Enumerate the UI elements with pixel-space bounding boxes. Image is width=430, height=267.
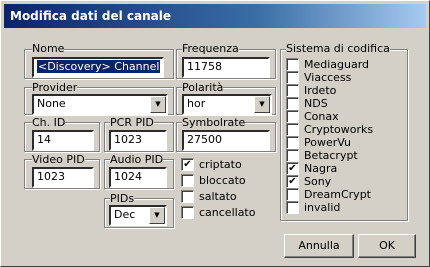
encoding-label: PowerVu — [304, 136, 352, 149]
flag-label: criptato — [199, 158, 242, 171]
dialog-title: Modifica dati del canale — [4, 4, 426, 28]
checkbox-box[interactable] — [286, 188, 299, 201]
checkbox-box[interactable] — [286, 110, 299, 123]
encoding-label: Betacrypt — [304, 149, 358, 162]
chevron-down-icon[interactable]: ▼ — [149, 207, 165, 224]
pcr-pid-field[interactable]: 1023 — [109, 130, 167, 151]
encoding-label: NDS — [304, 97, 328, 110]
checkbox-box[interactable] — [286, 71, 299, 84]
checkbox-box[interactable] — [181, 206, 194, 219]
nome-field[interactable]: <Discovery> Channel — [32, 57, 164, 78]
flag-checkbox-2[interactable]: saltato — [181, 190, 237, 204]
nome-value: <Discovery> Channel — [35, 59, 162, 74]
encoding-label: Conax — [304, 110, 339, 123]
encoding-label: DreamCrypt — [304, 188, 371, 201]
checkbox-box[interactable] — [286, 58, 299, 71]
audio-pid-label: Audio PID — [110, 153, 164, 166]
encoding-title: Sistema di codifica — [286, 42, 390, 55]
polarita-label: Polarità — [182, 81, 224, 94]
video-pid-label: Video PID — [32, 153, 85, 166]
nome-label: Nome — [32, 42, 65, 55]
checkbox-box[interactable] — [286, 97, 299, 110]
flag-label: saltato — [199, 190, 237, 203]
chevron-down-icon[interactable]: ▼ — [150, 96, 166, 113]
encoding-checkbox-9[interactable]: ✔ Sony — [286, 175, 331, 189]
ch-id-label: Ch. ID — [32, 116, 66, 129]
video-pid-field[interactable]: 1023 — [32, 167, 94, 188]
encoding-checkbox-0[interactable]: Mediaguard — [286, 58, 369, 72]
cancel-button[interactable]: Annulla — [284, 234, 354, 258]
pcr-pid-label: PCR PID — [110, 116, 154, 129]
check-icon[interactable]: ✔ — [286, 162, 299, 175]
checkbox-box[interactable] — [286, 123, 299, 136]
checkbox-box[interactable] — [286, 149, 299, 162]
flag-label: cancellato — [199, 206, 256, 219]
encoding-checkbox-2[interactable]: Irdeto — [286, 84, 336, 98]
flag-label: bloccato — [199, 174, 246, 187]
encoding-checkbox-8[interactable]: ✔ Nagra — [286, 162, 337, 176]
checkbox-box[interactable] — [181, 190, 194, 203]
ok-button[interactable]: OK — [358, 234, 416, 258]
encoding-label: Nagra — [304, 162, 338, 175]
encoding-checkbox-10[interactable]: DreamCrypt — [286, 188, 371, 202]
check-icon[interactable]: ✔ — [181, 158, 194, 171]
ch-id-field[interactable]: 14 — [32, 130, 94, 151]
frequenza-field[interactable]: 11758 — [182, 57, 270, 78]
polarita-value: hor — [187, 97, 206, 110]
encoding-checkbox-1[interactable]: Viaccess — [286, 71, 351, 85]
pids-value: Dec — [114, 208, 136, 221]
encoding-checkbox-11[interactable]: invalid — [286, 201, 340, 215]
flag-checkbox-3[interactable]: cancellato — [181, 206, 255, 220]
chevron-down-icon[interactable]: ▼ — [254, 96, 270, 113]
encoding-label: Sony — [304, 175, 332, 188]
encoding-label: Viaccess — [304, 71, 352, 84]
flag-checkbox-1[interactable]: bloccato — [181, 174, 246, 188]
symbolrate-label: Symbolrate — [182, 116, 246, 129]
pids-label: PIDs — [110, 192, 135, 205]
encoding-label: Cryptoworks — [304, 123, 374, 136]
encoding-checkbox-7[interactable]: Betacrypt — [286, 149, 358, 163]
polarita-select[interactable]: hor ▼ — [182, 94, 272, 115]
flag-checkbox-0[interactable]: ✔ criptato — [181, 158, 242, 172]
checkbox-box[interactable] — [286, 84, 299, 97]
provider-label: Provider — [32, 81, 78, 94]
symbolrate-field[interactable]: 27500 — [182, 130, 270, 151]
checkbox-box[interactable] — [181, 174, 194, 187]
check-icon[interactable]: ✔ — [286, 175, 299, 188]
provider-value: None — [37, 97, 66, 110]
encoding-label: invalid — [304, 201, 341, 214]
dialog-window: Modifica dati del canale Nome <Discovery… — [0, 0, 430, 267]
encoding-label: Mediaguard — [304, 58, 370, 71]
encoding-checkbox-5[interactable]: Cryptoworks — [286, 123, 373, 137]
provider-select[interactable]: None ▼ — [32, 94, 168, 115]
audio-pid-field[interactable]: 1024 — [109, 167, 167, 188]
checkbox-box[interactable] — [286, 136, 299, 149]
pids-select[interactable]: Dec ▼ — [109, 205, 167, 226]
encoding-checkbox-4[interactable]: Conax — [286, 110, 339, 124]
encoding-checkbox-6[interactable]: PowerVu — [286, 136, 351, 150]
frequenza-label: Frequenza — [182, 42, 239, 55]
checkbox-box[interactable] — [286, 201, 299, 214]
encoding-checkbox-3[interactable]: NDS — [286, 97, 328, 111]
encoding-label: Irdeto — [304, 84, 337, 97]
